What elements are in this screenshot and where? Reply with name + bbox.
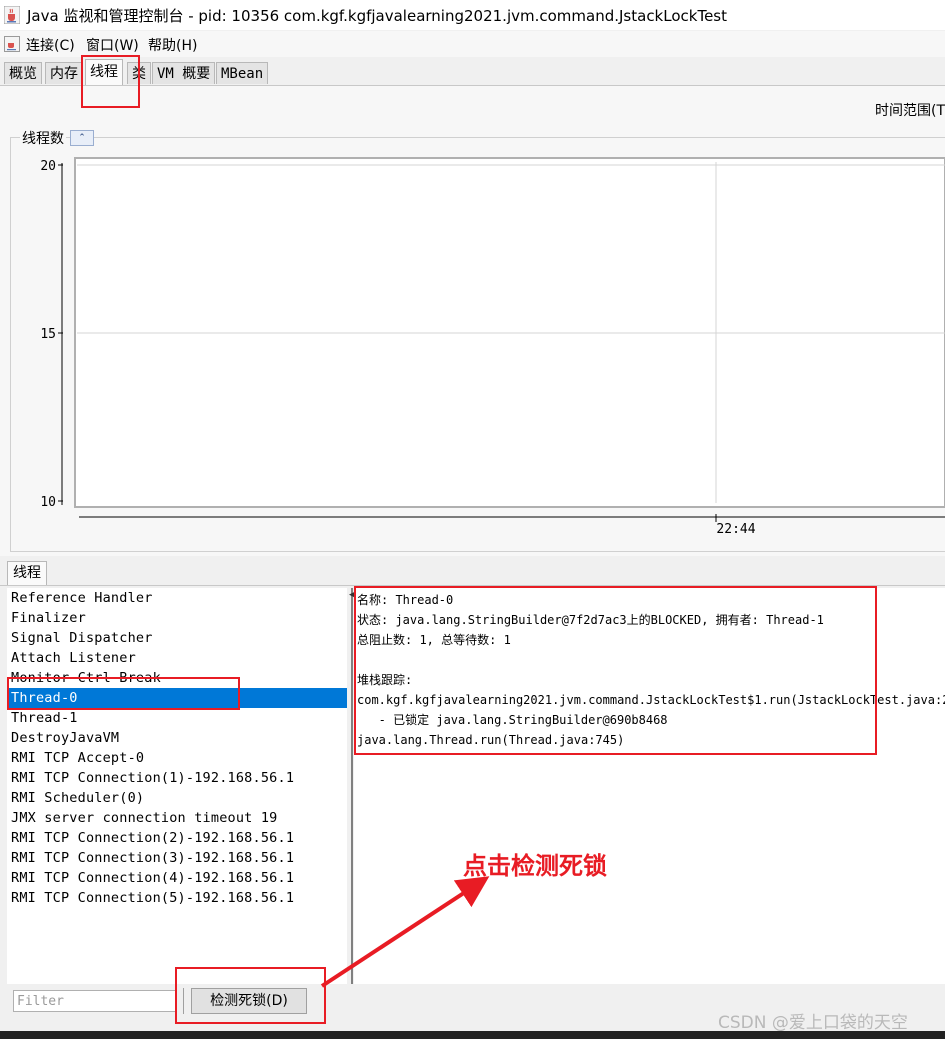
watermark: CSDN @爱上口袋的天空 — [718, 1013, 908, 1033]
taskbar-edge — [0, 1031, 945, 1039]
annotation-label: 点击检测死锁 — [463, 852, 607, 880]
annotation-arrow-icon — [320, 876, 490, 988]
